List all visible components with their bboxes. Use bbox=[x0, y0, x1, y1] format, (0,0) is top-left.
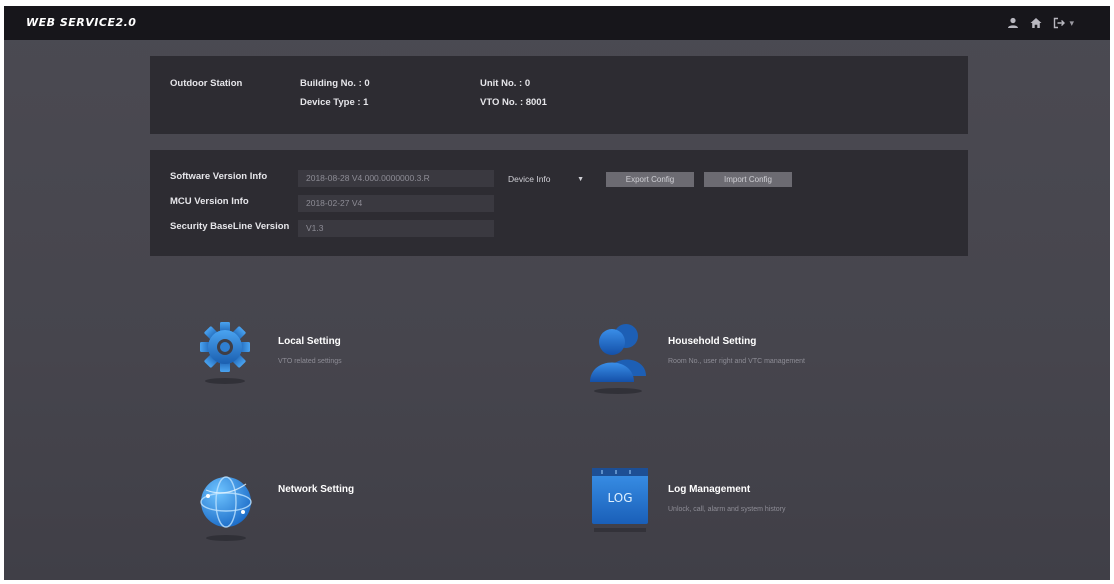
device-info-dropdown[interactable]: Device Info ▼ bbox=[508, 172, 588, 187]
import-config-button[interactable]: Import Config bbox=[704, 172, 792, 187]
software-version-field: 2018-08-28 V4.000.0000000.3.R bbox=[298, 170, 494, 187]
household-setting-tile[interactable]: Household Setting Room No., user right a… bbox=[582, 316, 912, 406]
security-baseline-field: V1.3 bbox=[298, 220, 494, 237]
station-type-label: Outdoor Station bbox=[170, 78, 243, 89]
local-setting-desc: VTO related settings bbox=[278, 358, 342, 365]
security-baseline-label: Security BaseLine Version bbox=[170, 221, 290, 232]
log-management-title: Log Management bbox=[668, 484, 751, 495]
device-info-dropdown-value: Device Info bbox=[508, 174, 551, 184]
header-icons: ▾ bbox=[1006, 15, 1074, 31]
household-setting-desc: Room No., user right and VTC management bbox=[668, 358, 805, 365]
logout-dropdown-icon[interactable]: ▾ bbox=[1069, 18, 1074, 29]
log-management-tile[interactable]: LOG Log Management Unlock, call, alarm a… bbox=[582, 466, 912, 556]
unit-no: Unit No. : 0 bbox=[480, 78, 531, 89]
network-setting-title: Network Setting bbox=[278, 484, 355, 495]
building-no: Building No. : 0 bbox=[300, 78, 370, 89]
app-window: WEB SERVICE2.0 ▾ Outdoor Station Buildin… bbox=[4, 6, 1110, 580]
vto-no: VTO No. : 8001 bbox=[480, 97, 547, 108]
local-setting-title: Local Setting bbox=[278, 336, 341, 347]
household-setting-title: Household Setting bbox=[668, 336, 757, 347]
app-title: WEB SERVICE2.0 bbox=[26, 16, 137, 29]
users-icon bbox=[590, 324, 646, 394]
mcu-version-field: 2018-02-27 V4 bbox=[298, 195, 494, 212]
log-management-desc: Unlock, call, alarm and system history bbox=[668, 506, 786, 513]
mcu-version-label: MCU Version Info bbox=[170, 196, 249, 207]
local-setting-tile[interactable]: Local Setting VTO related settings bbox=[190, 316, 490, 396]
logout-icon[interactable] bbox=[1052, 16, 1066, 30]
export-config-button[interactable]: Export Config bbox=[606, 172, 694, 187]
log-icon: LOG bbox=[592, 468, 648, 532]
chevron-down-icon: ▼ bbox=[577, 176, 584, 183]
gear-icon bbox=[200, 322, 250, 384]
globe-icon bbox=[200, 476, 252, 541]
software-version-label: Software Version Info bbox=[170, 171, 268, 182]
home-icon[interactable] bbox=[1029, 16, 1043, 30]
device-type: Device Type : 1 bbox=[300, 97, 369, 108]
top-bar: WEB SERVICE2.0 ▾ bbox=[4, 6, 1110, 40]
log-icon-text: LOG bbox=[607, 491, 632, 505]
version-info-panel: Software Version Info 2018-08-28 V4.000.… bbox=[150, 150, 968, 256]
network-setting-tile[interactable]: Network Setting bbox=[190, 462, 490, 552]
user-icon[interactable] bbox=[1006, 16, 1020, 30]
station-info-panel: Outdoor Station Building No. : 0 Device … bbox=[150, 56, 968, 134]
